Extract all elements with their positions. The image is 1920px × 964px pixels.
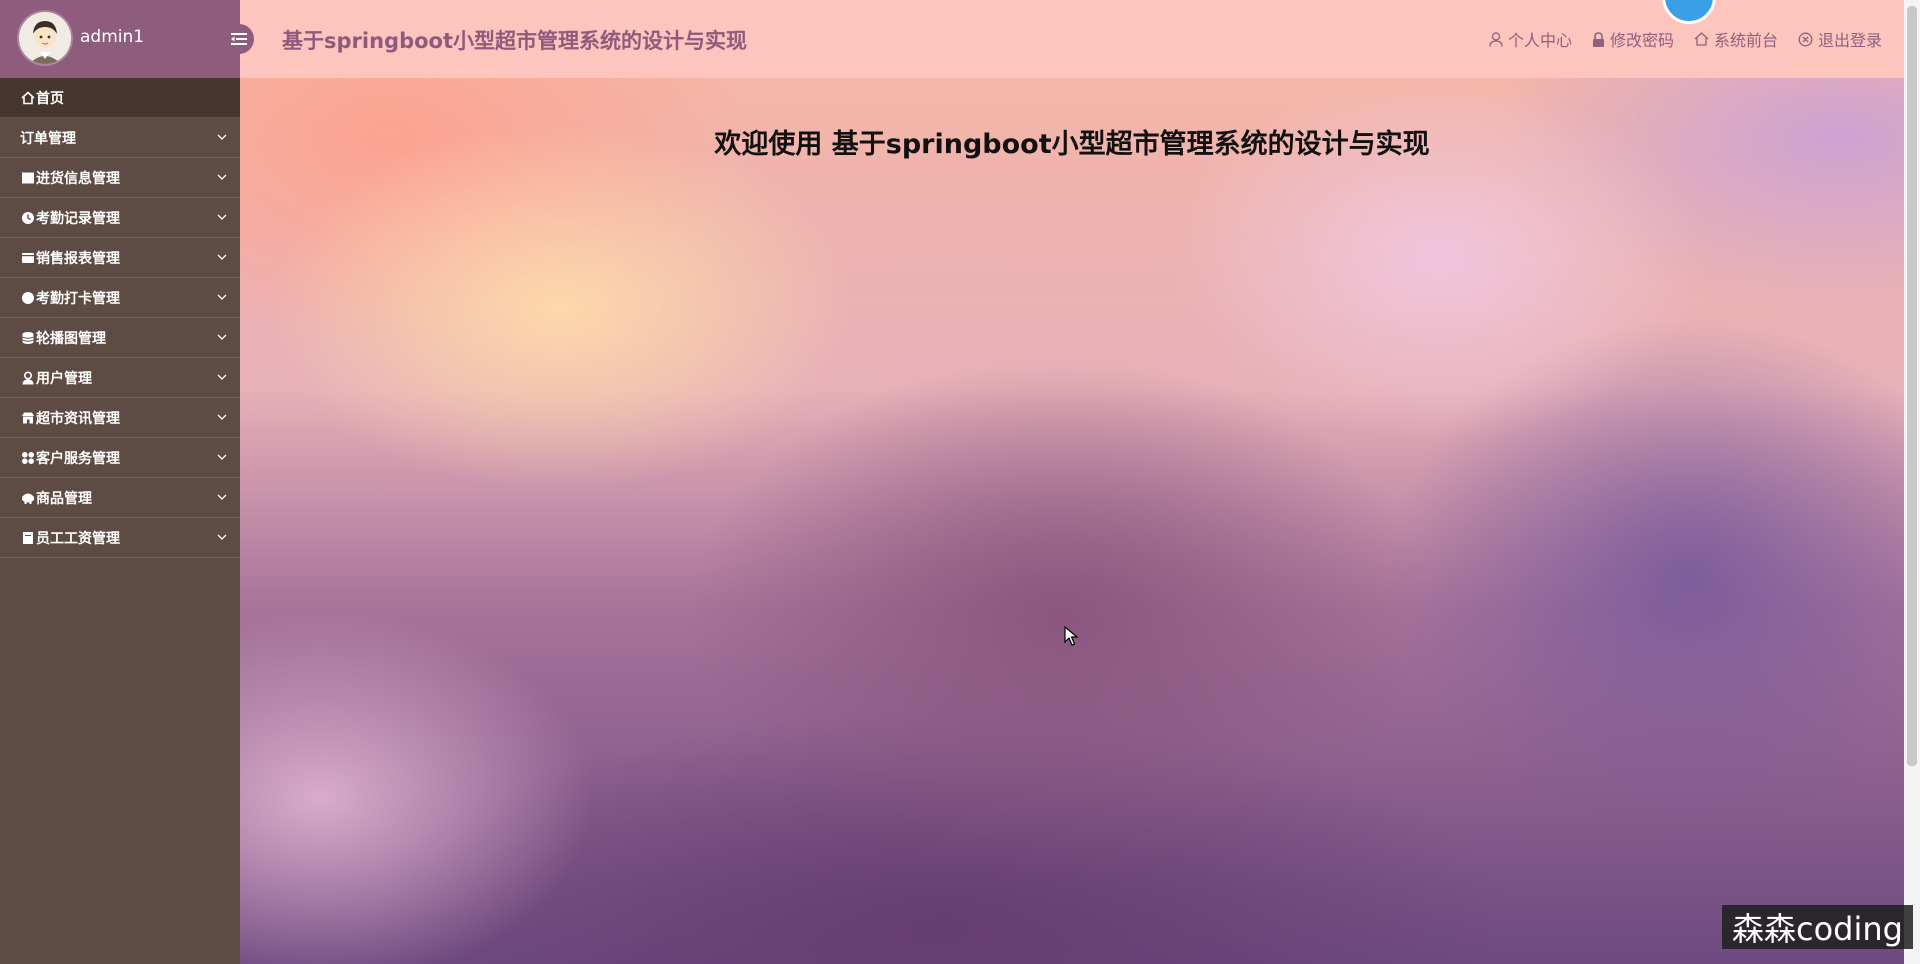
sidebar-item-9[interactable]: 客户服务管理 (0, 438, 240, 478)
menu-fold-icon (231, 33, 247, 45)
close-circle-icon (1798, 32, 1813, 46)
mouse-cursor-icon (1064, 625, 1079, 650)
sidebar-item-label: 订单管理 (20, 130, 76, 147)
sidebar-item-0[interactable]: 首页 (0, 78, 240, 118)
user-icon (1489, 31, 1503, 47)
shop-icon (20, 411, 35, 425)
chevron-down-icon (216, 251, 228, 263)
sidebar-item-label: 轮播图管理 (36, 330, 106, 347)
nav-logout[interactable]: 退出登录 (1798, 27, 1882, 51)
sidebar: admin1 首页订单管理进货信息管理 考勤记录管理 销售报表管理 考勤打卡管理 轮播图… (0, 0, 240, 964)
square-icon (20, 171, 35, 185)
lock-icon (1592, 31, 1604, 47)
username: admin1 (80, 27, 145, 47)
top-header: 基于springboot小型超市管理系统的设计与实现 个人中心 修改密码 系统前… (240, 0, 1904, 78)
top-nav: 个人中心 修改密码 系统前台 退出登录 (1489, 27, 1882, 51)
nav-personal-center-label: 个人中心 (1507, 31, 1572, 50)
chevron-down-icon (216, 131, 228, 143)
sidebar-item-11[interactable]: 员工工资管理 (0, 518, 240, 558)
sidebar-item-label: 销售报表管理 (36, 250, 120, 267)
sidebar-item-2[interactable]: 进货信息管理 (0, 158, 240, 198)
chevron-down-icon (216, 531, 228, 543)
main-content: 欢迎使用 基于springboot小型超市管理系统的设计与实现 (240, 78, 1904, 964)
nav-personal-center[interactable]: 个人中心 (1489, 27, 1572, 51)
database-icon (20, 331, 35, 345)
nav-change-password-label: 修改密码 (1609, 31, 1674, 50)
home-icon (1694, 32, 1709, 46)
sidebar-item-label: 客户服务管理 (36, 450, 120, 467)
nav-logout-label: 退出登录 (1817, 31, 1882, 50)
clock-icon (20, 211, 35, 225)
chevron-down-icon (216, 491, 228, 503)
home-icon (20, 90, 35, 105)
chevron-down-icon (216, 411, 228, 423)
user-icon (20, 370, 35, 385)
sidebar-item-6[interactable]: 轮播图管理 (0, 318, 240, 358)
sidebar-item-label: 超市资讯管理 (36, 410, 120, 427)
sidebar-item-5[interactable]: 考勤打卡管理 (0, 278, 240, 318)
chevron-down-icon (216, 211, 228, 223)
avatar[interactable] (19, 12, 71, 64)
sidebar-item-4[interactable]: 销售报表管理 (0, 238, 240, 278)
sidebar-item-7[interactable]: 用户管理 (0, 358, 240, 398)
page-scrollbar[interactable] (1904, 0, 1920, 964)
chevron-down-icon (216, 331, 228, 343)
sidebar-item-label: 考勤打卡管理 (36, 290, 120, 307)
chevron-down-icon (216, 171, 228, 183)
sidebar-menu: 首页订单管理进货信息管理 考勤记录管理 销售报表管理 考勤打卡管理 轮播图管理用户管理超… (0, 78, 240, 558)
sidebar-item-label: 员工工资管理 (36, 530, 120, 547)
circle-icon (20, 291, 35, 305)
nav-change-password[interactable]: 修改密码 (1592, 27, 1674, 51)
scrollbar-thumb[interactable] (1907, 6, 1917, 766)
chevron-down-icon (216, 451, 228, 463)
nav-front-end-label: 系统前台 (1713, 31, 1778, 50)
chevron-down-icon (216, 371, 228, 383)
sidebar-item-label: 首页 (36, 90, 64, 107)
sidebar-item-label: 考勤记录管理 (36, 210, 120, 227)
system-title: 基于springboot小型超市管理系统的设计与实现 (282, 29, 747, 53)
sidebar-item-10[interactable]: 商品管理 (0, 478, 240, 518)
chevron-down-icon (216, 291, 228, 303)
sidebar-item-3[interactable]: 考勤记录管理 (0, 198, 240, 238)
sidebar-item-label: 商品管理 (36, 490, 92, 507)
card-icon (20, 251, 35, 265)
grid-icon (20, 451, 35, 465)
document-icon (20, 531, 35, 545)
welcome-heading: 欢迎使用 基于springboot小型超市管理系统的设计与实现 (714, 129, 1430, 160)
nav-front-end[interactable]: 系统前台 (1694, 27, 1778, 51)
sidebar-header: admin1 (0, 0, 240, 78)
sidebar-item-label: 进货信息管理 (36, 170, 120, 187)
sidebar-item-8[interactable]: 超市资讯管理 (0, 398, 240, 438)
watermark: 森森coding (1722, 905, 1913, 949)
collapse-sidebar-button[interactable] (224, 24, 254, 54)
goods-icon (20, 491, 35, 505)
sidebar-item-1[interactable]: 订单管理 (0, 118, 240, 158)
sidebar-item-label: 用户管理 (36, 370, 92, 387)
